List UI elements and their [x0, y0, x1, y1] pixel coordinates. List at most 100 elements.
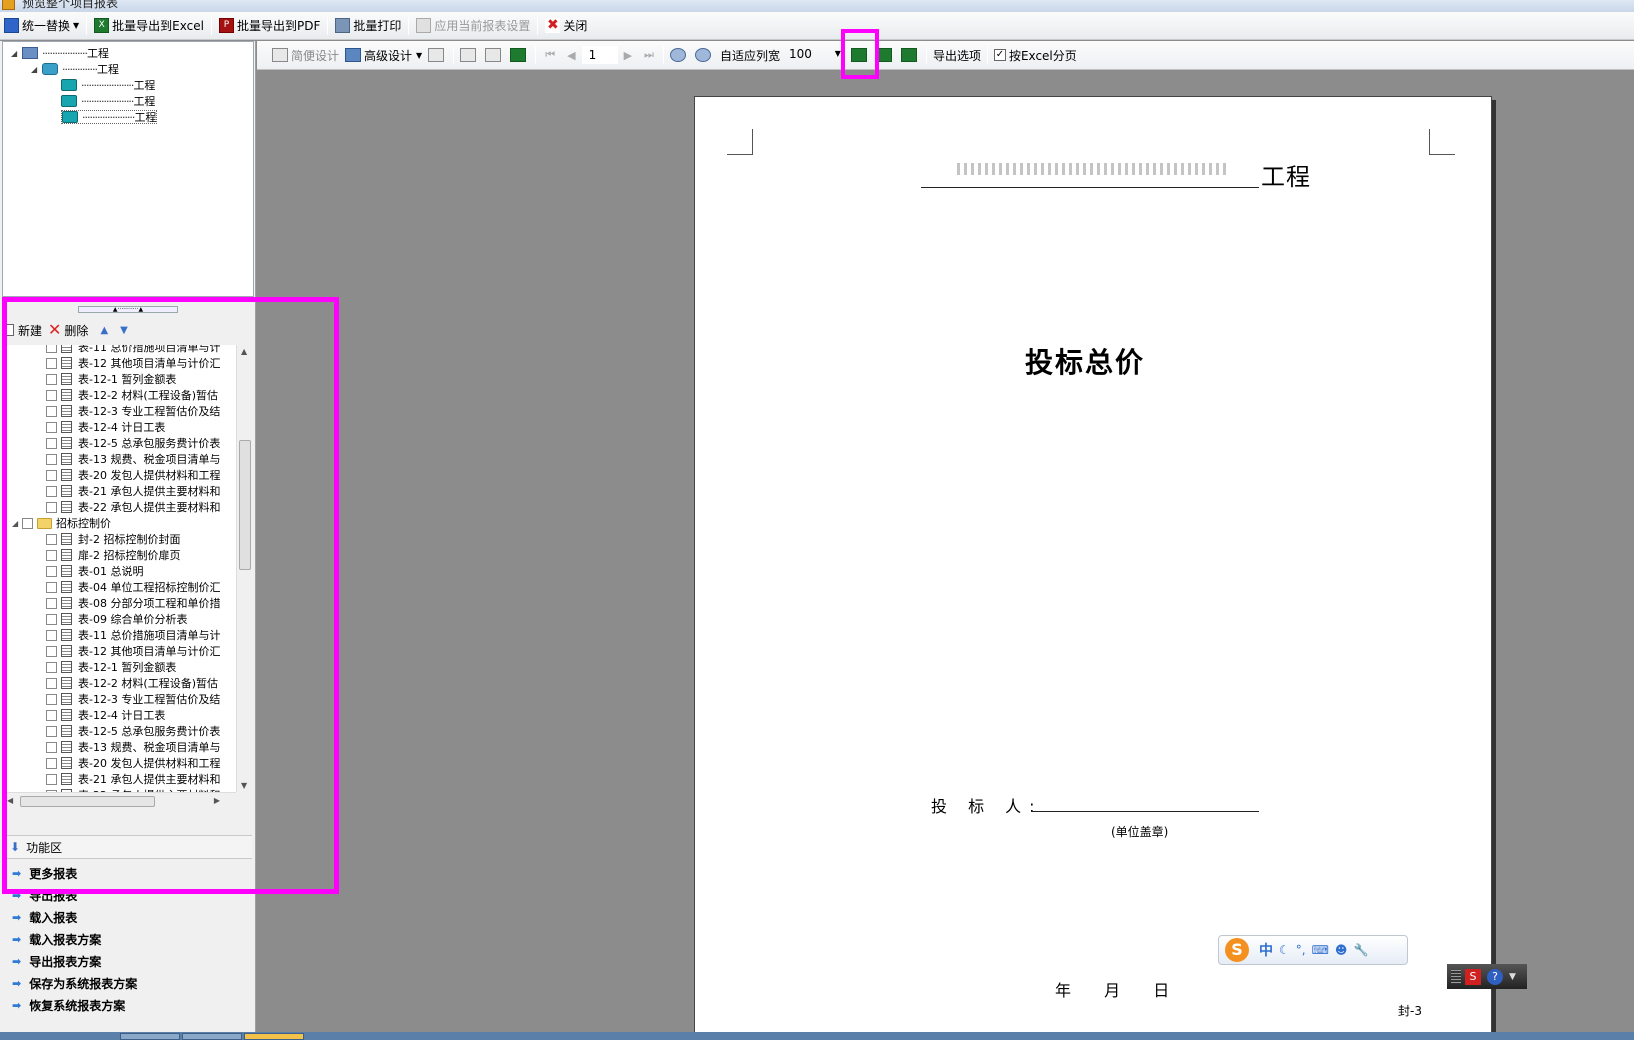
- pdf-icon: P: [218, 18, 234, 33]
- app-icon: [2, 0, 15, 10]
- action-save-system-scheme[interactable]: ➡ 保存为系统报表方案: [2, 972, 252, 994]
- taskbar-button[interactable]: [244, 1033, 304, 1040]
- toolbar-separator: [453, 46, 455, 64]
- export-options-button[interactable]: 导出选项: [930, 44, 984, 66]
- project-tree-item[interactable]: ····················· 工程: [61, 94, 155, 108]
- window-titlebar: 预览整个项目报表: [0, 0, 1634, 12]
- advanced-design-button[interactable]: 高级设计 ▼: [342, 44, 425, 66]
- dropdown-arrow-icon: ▼: [416, 50, 423, 60]
- sub-project-icon: [62, 111, 78, 123]
- multi-page-icon: [510, 48, 527, 62]
- crop-mark: [727, 129, 753, 155]
- zoom-in-button[interactable]: [667, 44, 692, 66]
- wrench-icon[interactable]: 🔧: [1353, 943, 1368, 957]
- printer-icon: [335, 18, 351, 33]
- keyboard-icon[interactable]: ⌨: [1312, 943, 1329, 957]
- drag-handle-icon[interactable]: [1451, 969, 1461, 984]
- preview-page: 工程 投标总价 投 标 人: (单位盖章) 年 月 日 封-3: [694, 96, 1492, 1040]
- export-multi-button[interactable]: [898, 44, 923, 66]
- ime-mode[interactable]: 中: [1259, 940, 1273, 960]
- multi-page-button[interactable]: [507, 44, 532, 66]
- toolbar-separator: [986, 46, 988, 64]
- arrow-right-icon: ➡: [12, 998, 22, 1012]
- date-line: 年 月 日: [1055, 981, 1170, 1000]
- moon-icon[interactable]: ☾: [1279, 943, 1290, 957]
- toolbar-separator: [925, 46, 927, 64]
- export-multi-icon: [900, 48, 917, 62]
- last-page-icon[interactable]: ⏭: [644, 48, 654, 62]
- two-page-button[interactable]: [482, 44, 507, 66]
- project-icon: [22, 47, 38, 59]
- project-tree-root[interactable]: ◢ ·················· 工程: [11, 46, 109, 61]
- bidder-label: 投 标 人:: [931, 797, 1043, 816]
- user-icon[interactable]: ☻: [1335, 943, 1348, 957]
- apply-settings-button[interactable]: 应用当前报表设置: [412, 15, 534, 37]
- sogou-logo-icon: S: [1225, 938, 1249, 962]
- close-icon: ✖: [545, 17, 561, 33]
- excel-paging-checkbox[interactable]: ✓ 按Excel分页: [991, 44, 1080, 66]
- close-button[interactable]: ✖ 关闭: [541, 15, 591, 37]
- punctuation-icon[interactable]: °,: [1296, 943, 1306, 957]
- action-load-scheme[interactable]: ➡ 载入报表方案: [2, 928, 252, 950]
- arrow-right-icon: ➡: [12, 910, 22, 924]
- project-tree-item[interactable]: ····················· 工程: [61, 78, 155, 92]
- single-page-button[interactable]: [457, 44, 482, 66]
- sogou-mini-icon[interactable]: S: [1465, 968, 1481, 985]
- project-tree-unit[interactable]: ◢ ·············· 工程: [31, 62, 119, 77]
- crop-mark: [1429, 129, 1455, 155]
- toolbar-separator: [327, 16, 329, 35]
- next-page-icon[interactable]: ▶: [624, 49, 632, 62]
- document-title: 投标总价: [1025, 346, 1146, 379]
- checkbox-checked-icon: ✓: [993, 49, 1006, 61]
- simple-design-button[interactable]: 简便设计: [269, 44, 342, 66]
- design-icon: [345, 48, 362, 62]
- redacted-project-name: [957, 163, 1227, 175]
- excel-icon: X: [94, 18, 110, 33]
- sub-project-icon: [61, 79, 77, 91]
- first-page-icon[interactable]: ⏮: [545, 48, 555, 62]
- replace-icon: [4, 18, 19, 33]
- ime-toolbar[interactable]: S 中 ☾ °, ⌨ ☻ 🔧: [1218, 935, 1408, 965]
- action-export-scheme[interactable]: ➡ 导出报表方案: [2, 950, 252, 972]
- dropdown-arrow-icon: ▼: [73, 21, 80, 30]
- project-name-underline: [921, 187, 1259, 188]
- single-page-icon: [460, 48, 477, 62]
- printer-icon: [428, 48, 445, 62]
- bidder-underline: [1031, 811, 1259, 812]
- fit-width-button[interactable]: 自适应列宽: [717, 44, 783, 66]
- page-number-input[interactable]: 1: [581, 46, 618, 64]
- zoom-select[interactable]: 100 ▼: [783, 46, 841, 64]
- collapse-icon[interactable]: ◢: [31, 65, 40, 74]
- replace-all-button[interactable]: 统一替换 ▼: [0, 15, 83, 37]
- toolbar-separator: [537, 16, 539, 35]
- action-restore-system-scheme[interactable]: ➡ 恢复系统报表方案: [2, 994, 252, 1016]
- chevron-down-icon[interactable]: ▼: [1509, 972, 1516, 982]
- help-icon[interactable]: ?: [1487, 968, 1503, 985]
- ime-mini-bar[interactable]: S ? ▼: [1447, 964, 1527, 989]
- toolbar-separator: [662, 46, 664, 64]
- export-excel-button[interactable]: X 批量导出到Excel: [90, 15, 208, 37]
- toolbar-separator: [408, 16, 410, 35]
- action-load-report[interactable]: ➡ 载入报表: [2, 906, 252, 928]
- batch-print-button[interactable]: 批量打印: [331, 15, 405, 37]
- unit-project-icon: [42, 63, 58, 75]
- arrow-right-icon: ➡: [12, 954, 22, 968]
- highlight-box-report-tree: [2, 297, 339, 894]
- prev-page-icon[interactable]: ◀: [567, 49, 575, 62]
- grid-icon: [272, 48, 288, 62]
- two-page-icon: [485, 48, 502, 62]
- taskbar-button[interactable]: [182, 1033, 242, 1040]
- zoom-out-button[interactable]: [692, 44, 717, 66]
- project-tree-item-selected[interactable]: ····················· 工程: [61, 110, 158, 124]
- main-toolbar: 统一替换 ▼ X 批量导出到Excel P 批量导出到PDF 批量打印 应用当前报…: [0, 12, 1634, 40]
- toolbar-separator: [86, 16, 88, 35]
- project-tree: ◢ ·················· 工程 ◢ ·············· 工…: [2, 41, 254, 297]
- preview-toolbar: 简便设计 高级设计 ▼ ⏮ ◀ 1 ▶ ⏭ 自适应列宽 100 ▼ 导出选项 ✓ …: [257, 41, 1634, 70]
- taskbar-button[interactable]: [120, 1033, 180, 1040]
- collapse-icon[interactable]: ◢: [11, 49, 20, 58]
- print-button[interactable]: [425, 44, 450, 66]
- arrow-right-icon: ➡: [12, 932, 22, 946]
- sub-project-icon: [61, 95, 77, 107]
- toolbar-separator: [535, 46, 537, 64]
- export-pdf-button[interactable]: P 批量导出到PDF: [215, 15, 324, 37]
